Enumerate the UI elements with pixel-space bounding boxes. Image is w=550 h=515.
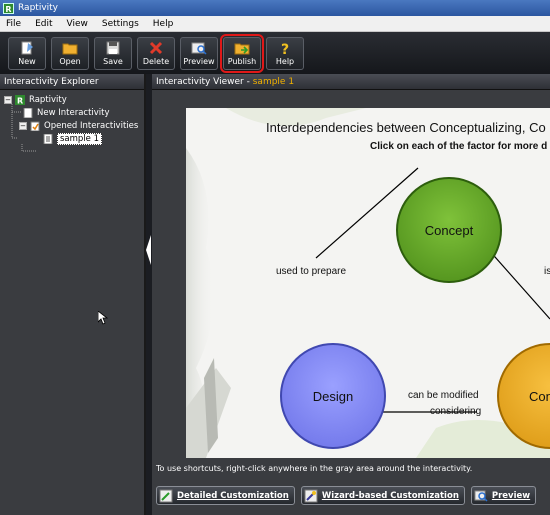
tree-label-new: New Interactivity bbox=[37, 107, 110, 118]
preview-icon bbox=[474, 490, 488, 502]
explorer-title: Interactivity Explorer bbox=[0, 74, 144, 90]
shortcut-hint: To use shortcuts, right-click anywhere i… bbox=[156, 464, 473, 473]
main-toolbar: New Open Save Delete Preview Publish ? H… bbox=[0, 32, 550, 74]
svg-text:?: ? bbox=[281, 42, 289, 55]
preview-button[interactable]: Preview bbox=[180, 37, 218, 70]
open-label: Open bbox=[59, 57, 81, 66]
detailed-customization-button[interactable]: Detailed Customization bbox=[156, 486, 295, 505]
delete-label: Delete bbox=[142, 57, 170, 66]
menu-settings[interactable]: Settings bbox=[102, 19, 139, 29]
explorer-tree: − R Raptivity New Interactivity − Opened… bbox=[0, 90, 144, 152]
node-design-label: Design bbox=[312, 388, 354, 404]
collapse-toggle-opened[interactable]: − bbox=[19, 121, 27, 130]
menu-help[interactable]: Help bbox=[153, 19, 174, 29]
edge-label-considering: considering bbox=[430, 406, 482, 417]
menu-bar: File Edit View Settings Help bbox=[0, 16, 550, 32]
app-logo-icon: R bbox=[3, 2, 14, 14]
folder-icon bbox=[62, 43, 78, 55]
viewer-preview-label: Preview bbox=[491, 490, 531, 501]
edge-label-modified: can be modified bbox=[408, 390, 479, 401]
stage-title: Interdependencies between Conceptualizin… bbox=[266, 120, 546, 135]
tree-item-opened-interactivities[interactable]: − Opened Interactivities bbox=[4, 119, 144, 132]
new-icon bbox=[21, 41, 33, 55]
viewer-title: Interactivity Viewer - sample 1 bbox=[152, 74, 550, 90]
help-icon: ? bbox=[281, 42, 289, 55]
tree-label-raptivity: Raptivity bbox=[29, 94, 67, 105]
mouse-cursor-icon bbox=[98, 311, 108, 325]
customize-icon bbox=[159, 489, 173, 502]
node-design[interactable]: Design bbox=[280, 343, 386, 449]
save-label: Save bbox=[103, 57, 123, 66]
delete-icon bbox=[149, 41, 163, 55]
tree-label-sample: sample 1 bbox=[57, 132, 103, 145]
collapse-toggle[interactable]: − bbox=[4, 95, 12, 104]
viewer-preview-button[interactable]: Preview bbox=[470, 486, 537, 505]
open-button[interactable]: Open bbox=[51, 37, 89, 70]
panel-collapse-arrow-icon[interactable] bbox=[146, 235, 151, 265]
raptivity-logo-icon: R bbox=[15, 94, 25, 105]
tree-label-opened: Opened Interactivities bbox=[44, 120, 139, 131]
publish-label: Publish bbox=[227, 57, 257, 66]
node-concept[interactable]: Concept bbox=[396, 177, 502, 283]
viewer-action-bar: Detailed Customization Wizard-based Cust… bbox=[156, 486, 550, 508]
publish-icon bbox=[234, 43, 250, 55]
document-icon bbox=[23, 107, 33, 118]
interactivity-explorer-panel: Interactivity Explorer − R Raptivity New… bbox=[0, 74, 146, 515]
edge-label-used-to-prepare: used to prepare bbox=[276, 266, 347, 277]
interactivity-stage[interactable]: Interdependencies between Conceptualizin… bbox=[186, 108, 550, 458]
edge-label-right: is bbox=[544, 266, 550, 277]
menu-edit[interactable]: Edit bbox=[35, 19, 52, 29]
wizard-customization-label: Wizard-based Customization bbox=[321, 490, 459, 501]
help-button[interactable]: ? Help bbox=[266, 37, 304, 70]
menu-view[interactable]: View bbox=[67, 19, 88, 29]
wizard-customization-button[interactable]: Wizard-based Customization bbox=[300, 486, 465, 505]
stage-subtitle: Click on each of the factor for more d bbox=[370, 141, 548, 152]
save-button[interactable]: Save bbox=[94, 37, 132, 70]
preview-label: Preview bbox=[183, 57, 215, 66]
interactivity-viewer: Interactivity Viewer - sample 1 Interdep… bbox=[152, 74, 550, 515]
floppy-icon bbox=[106, 41, 120, 55]
tree-item-new-interactivity[interactable]: New Interactivity bbox=[4, 106, 144, 119]
tree-item-raptivity[interactable]: − R Raptivity bbox=[4, 93, 144, 106]
menu-file[interactable]: File bbox=[6, 19, 21, 29]
publish-button[interactable]: Publish bbox=[220, 34, 264, 73]
new-label: New bbox=[18, 57, 36, 66]
delete-button[interactable]: Delete bbox=[137, 37, 175, 70]
viewer-title-file: sample 1 bbox=[252, 77, 295, 87]
viewer-title-prefix: Interactivity Viewer - bbox=[156, 77, 253, 87]
new-button[interactable]: New bbox=[8, 37, 46, 70]
svg-text:R: R bbox=[17, 96, 23, 105]
node-cons-label: Con bbox=[529, 388, 550, 404]
opened-folder-icon bbox=[30, 121, 40, 131]
interactivity-file-icon bbox=[43, 133, 53, 144]
preview-icon bbox=[191, 42, 207, 55]
tree-item-sample[interactable]: sample 1 bbox=[4, 132, 144, 145]
detailed-customization-label: Detailed Customization bbox=[177, 490, 289, 501]
node-concept-label: Concept bbox=[424, 222, 474, 238]
window-title-bar: R Raptivity bbox=[0, 0, 550, 16]
help-label: Help bbox=[275, 57, 295, 66]
wizard-icon bbox=[304, 489, 318, 502]
window-title: Raptivity bbox=[18, 3, 58, 13]
